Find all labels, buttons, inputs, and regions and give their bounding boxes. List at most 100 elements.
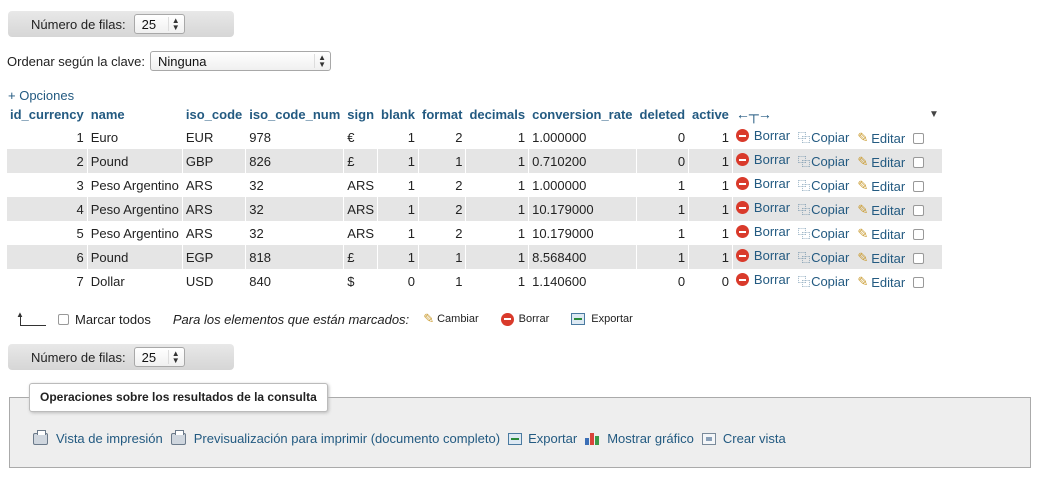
print-full-link[interactable]: Previsualización para imprimir (document…: [170, 429, 500, 446]
cell-iso-code[interactable]: EUR: [182, 125, 247, 149]
cell-iso-code[interactable]: GBP: [182, 149, 247, 173]
cell-iso-code-num[interactable]: 978: [245, 125, 345, 149]
cell-format[interactable]: 1: [418, 149, 467, 173]
column-header-id-currency[interactable]: id_currency: [7, 103, 88, 125]
cell-format[interactable]: 2: [418, 221, 467, 245]
cell-iso-code[interactable]: ARS: [182, 197, 247, 221]
cell-iso-code[interactable]: USD: [182, 269, 247, 293]
bulk-delete-button[interactable]: Borrar: [500, 312, 549, 326]
cell-name[interactable]: Pound: [87, 149, 183, 173]
row-select-checkbox[interactable]: [913, 253, 925, 265]
cell-sign[interactable]: £: [343, 149, 379, 173]
check-all-label[interactable]: Marcar todos: [75, 312, 151, 327]
cell-deleted[interactable]: 1: [636, 173, 690, 197]
column-header-active[interactable]: active: [688, 103, 733, 125]
cell-iso-code[interactable]: EGP: [182, 245, 247, 269]
row-select-checkbox[interactable]: [913, 205, 925, 217]
cell-decimals[interactable]: 1: [465, 221, 530, 245]
cell-sign[interactable]: £: [343, 245, 379, 269]
cell-conversion-rate[interactable]: 8.568400: [528, 245, 637, 269]
cell-active[interactable]: 1: [688, 125, 733, 149]
cell-blank[interactable]: 1: [377, 245, 419, 269]
sort-by-key-select[interactable]: Ninguna ▲ ▼: [150, 51, 332, 71]
cell-iso-code-num[interactable]: 818: [245, 245, 345, 269]
cell-name[interactable]: Peso Argentino: [87, 221, 183, 245]
cell-id-currency[interactable]: 7: [7, 269, 88, 293]
column-header-iso-code[interactable]: iso_code: [182, 103, 247, 125]
cell-deleted[interactable]: 0: [636, 149, 690, 173]
cell-decimals[interactable]: 1: [465, 173, 530, 197]
cell-iso-code-num[interactable]: 32: [245, 221, 345, 245]
cell-blank[interactable]: 1: [377, 221, 419, 245]
cell-sign[interactable]: €: [343, 125, 379, 149]
row-delete-button[interactable]: Borrar: [735, 152, 790, 167]
column-visibility-dropdown-icon[interactable]: ▼: [929, 109, 939, 120]
cell-deleted[interactable]: 0: [636, 269, 690, 293]
cell-format[interactable]: 2: [418, 125, 467, 149]
column-header-deleted[interactable]: deleted: [636, 103, 690, 125]
print-view-link[interactable]: Vista de impresión: [33, 429, 163, 446]
row-copy-button[interactable]: ⿻ Copiar: [798, 225, 849, 242]
row-delete-button[interactable]: Borrar: [735, 176, 790, 191]
cell-sign[interactable]: ARS: [343, 221, 379, 245]
row-delete-button[interactable]: Borrar: [735, 248, 790, 263]
row-copy-button[interactable]: ⿻ Copiar: [798, 153, 849, 170]
cell-id-currency[interactable]: 3: [7, 173, 88, 197]
cell-conversion-rate[interactable]: 10.179000: [528, 197, 637, 221]
column-header-format[interactable]: format: [418, 103, 467, 125]
cell-id-currency[interactable]: 6: [7, 245, 88, 269]
options-link[interactable]: + Opciones: [8, 88, 74, 103]
cell-iso-code-num[interactable]: 32: [245, 197, 345, 221]
row-select-checkbox[interactable]: [913, 157, 925, 169]
row-edit-button[interactable]: ✎ Editar: [857, 226, 905, 242]
cell-decimals[interactable]: 1: [465, 125, 530, 149]
bulk-export-button[interactable]: Exportar: [571, 313, 633, 325]
cell-decimals[interactable]: 1: [465, 269, 530, 293]
cell-name[interactable]: Euro: [87, 125, 183, 149]
cell-sign[interactable]: ARS: [343, 173, 379, 197]
rows-per-page-select[interactable]: 25 ▲ ▼: [133, 14, 185, 34]
cell-active[interactable]: 1: [688, 149, 733, 173]
row-delete-button[interactable]: Borrar: [735, 272, 790, 287]
row-select-checkbox[interactable]: [913, 229, 925, 241]
row-edit-button[interactable]: ✎ Editar: [857, 130, 905, 146]
cell-conversion-rate[interactable]: 1.000000: [528, 173, 637, 197]
cell-blank[interactable]: 1: [377, 197, 419, 221]
cell-iso-code-num[interactable]: 32: [245, 173, 345, 197]
cell-blank[interactable]: 1: [377, 125, 419, 149]
cell-decimals[interactable]: 1: [465, 245, 530, 269]
row-copy-button[interactable]: ⿻ Copiar: [798, 201, 849, 218]
cell-id-currency[interactable]: 4: [7, 197, 88, 221]
column-header-name[interactable]: name: [87, 103, 183, 125]
rows-per-page-select[interactable]: 25 ▲ ▼: [133, 347, 185, 367]
cell-conversion-rate[interactable]: 1.000000: [528, 125, 637, 149]
cell-active[interactable]: 1: [688, 197, 733, 221]
cell-deleted[interactable]: 0: [636, 125, 690, 149]
row-edit-button[interactable]: ✎ Editar: [857, 154, 905, 170]
cell-iso-code[interactable]: ARS: [182, 173, 247, 197]
cell-blank[interactable]: 1: [377, 149, 419, 173]
cell-decimals[interactable]: 1: [465, 149, 530, 173]
row-copy-button[interactable]: ⿻ Copiar: [798, 249, 849, 266]
show-chart-link[interactable]: Mostrar gráfico: [585, 431, 694, 446]
cell-conversion-rate[interactable]: 10.179000: [528, 221, 637, 245]
cell-name[interactable]: Dollar: [87, 269, 183, 293]
row-copy-button[interactable]: ⿻ Copiar: [798, 273, 849, 290]
row-select-checkbox[interactable]: [913, 277, 925, 289]
cell-format[interactable]: 2: [418, 173, 467, 197]
row-edit-button[interactable]: ✎ Editar: [857, 250, 905, 266]
cell-format[interactable]: 1: [418, 245, 467, 269]
cell-format[interactable]: 1: [418, 269, 467, 293]
cell-active[interactable]: 1: [688, 245, 733, 269]
cell-blank[interactable]: 0: [377, 269, 419, 293]
cell-sign[interactable]: $: [343, 269, 379, 293]
row-edit-button[interactable]: ✎ Editar: [857, 178, 905, 194]
row-copy-button[interactable]: ⿻ Copiar: [798, 177, 849, 194]
cell-decimals[interactable]: 1: [465, 197, 530, 221]
cell-deleted[interactable]: 1: [636, 197, 690, 221]
cell-sign[interactable]: ARS: [343, 197, 379, 221]
cell-iso-code-num[interactable]: 840: [245, 269, 345, 293]
bulk-change-button[interactable]: ✎ Cambiar: [423, 311, 478, 327]
column-header-sign[interactable]: sign: [343, 103, 379, 125]
column-header-decimals[interactable]: decimals: [465, 103, 530, 125]
